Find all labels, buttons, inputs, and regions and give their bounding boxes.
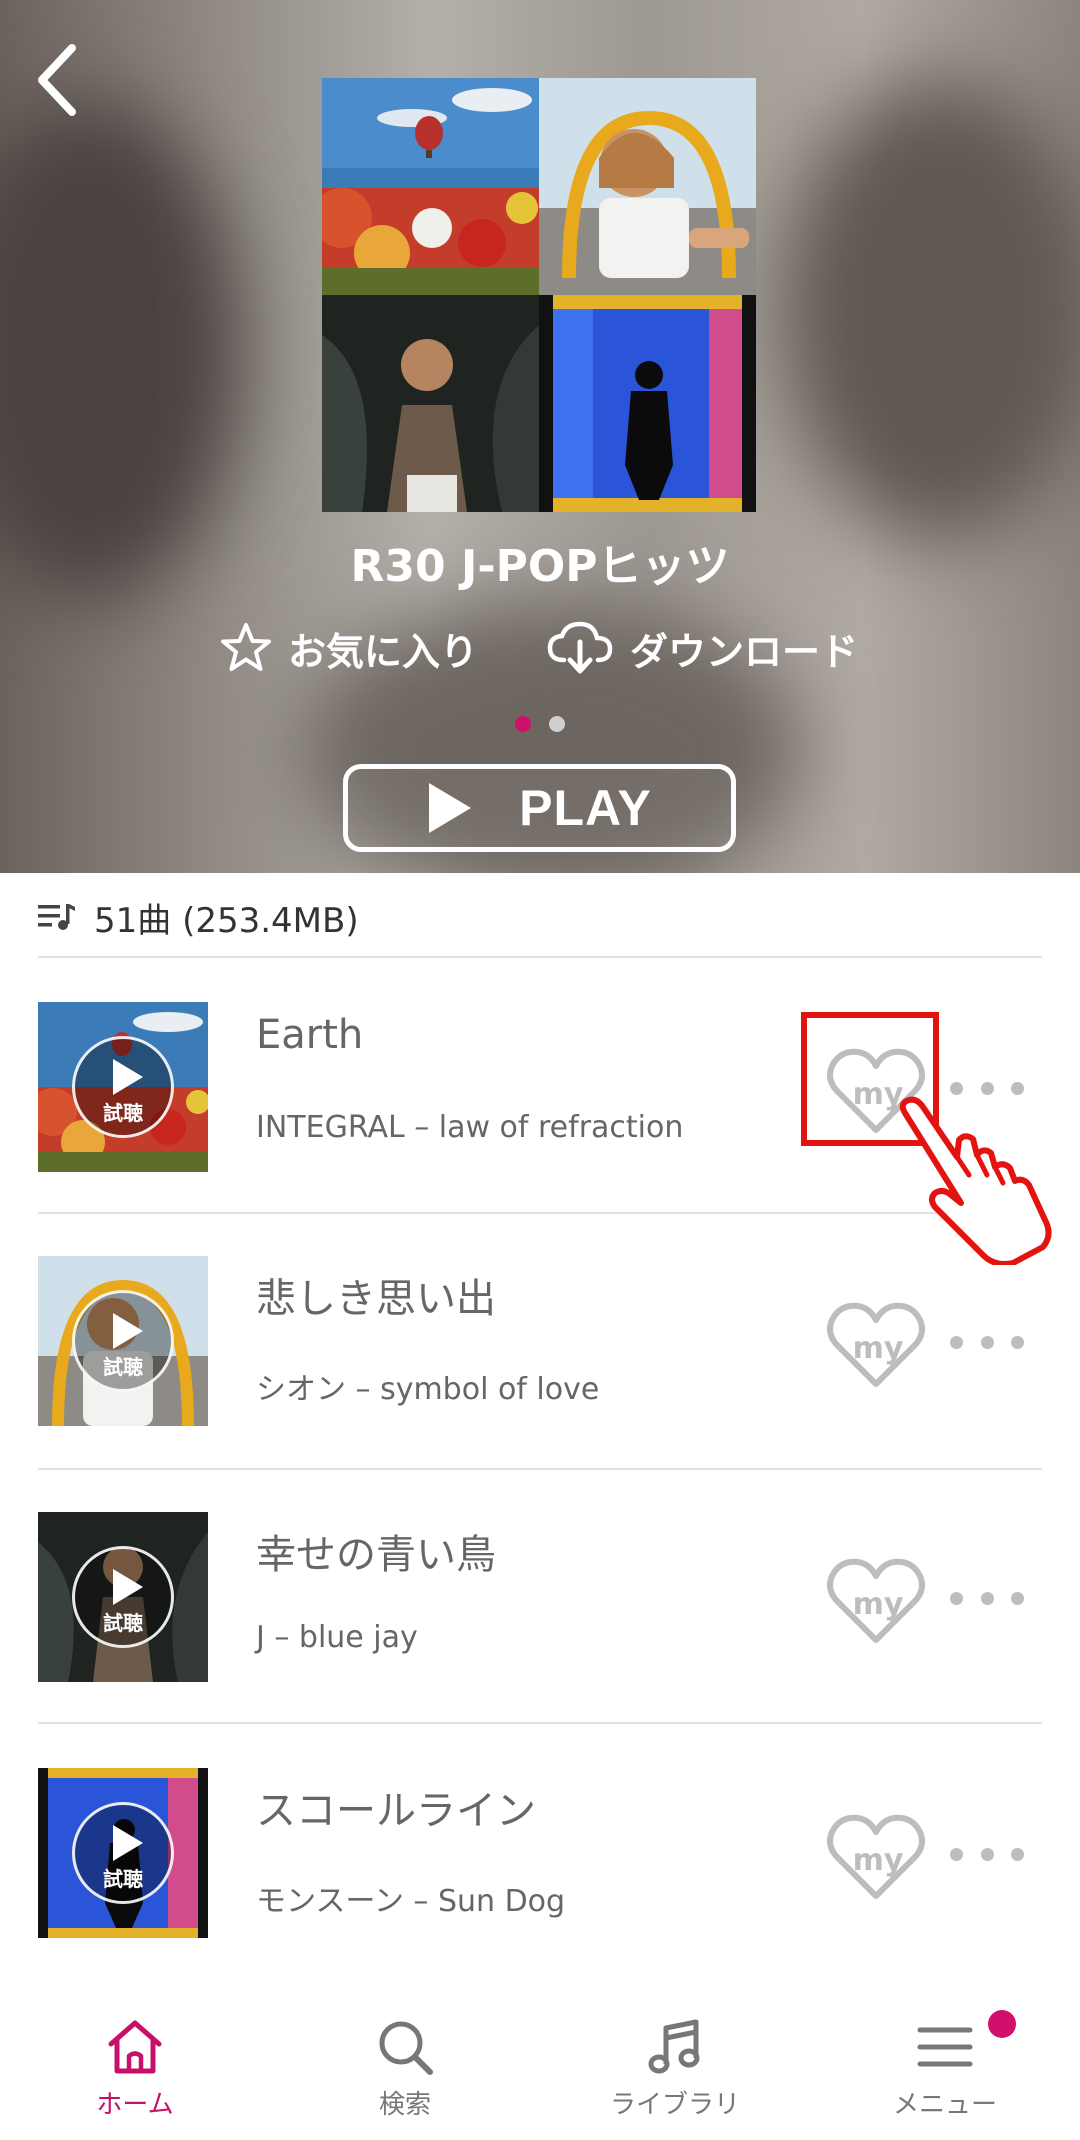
track-title: 悲しき思い出	[256, 1276, 496, 1322]
add-to-my-button[interactable]: my	[826, 1300, 926, 1390]
more-icon-dot	[950, 1335, 963, 1349]
nav-search-label: 検索	[378, 2090, 431, 2120]
carousel-dot[interactable]	[515, 716, 531, 732]
my-label: my	[853, 1587, 904, 1622]
nav-library-label: ライブラリ	[609, 2090, 740, 2120]
nav-library[interactable]: ライブラリ	[540, 1980, 810, 2140]
artwork-woman-yellow	[539, 78, 756, 295]
divider	[38, 956, 1042, 958]
track-artist-album: J – blue jay	[256, 1620, 418, 1655]
more-icon-dot	[980, 1335, 994, 1349]
my-label: my	[853, 1843, 904, 1878]
heart-my-icon: my	[827, 1814, 925, 1899]
more-icon-dot	[950, 1847, 963, 1861]
nav-search[interactable]: 検索	[270, 1980, 540, 2140]
play-icon	[113, 1569, 143, 1605]
track-row[interactable]: 試聴 幸せの青い鳥 J – blue jay my	[0, 1470, 1080, 1724]
more-icon-dot	[1011, 1591, 1024, 1605]
more-icon-dot	[980, 1081, 994, 1095]
pointing-hand-icon	[899, 1096, 1052, 1265]
back-button[interactable]	[30, 40, 90, 120]
nav-home[interactable]: ホーム	[0, 1980, 270, 2140]
playlist-title: R30 J-POPヒッツ	[350, 541, 730, 592]
more-icon-dot	[950, 1081, 963, 1095]
preview-label: 試聴	[103, 1101, 143, 1125]
more-options-button[interactable]	[950, 1324, 1024, 1360]
bg-blur	[780, 80, 1080, 540]
back-arrow-icon	[38, 44, 76, 116]
track-title: 幸せの青い鳥	[256, 1532, 496, 1578]
bg-blur	[0, 100, 240, 600]
track-count: 51曲 (253.4MB)	[94, 900, 359, 941]
track-count-row: 51曲 (253.4MB)	[38, 892, 359, 942]
my-label: my	[853, 1331, 904, 1366]
track-thumbnail[interactable]: 試聴	[38, 1768, 208, 1938]
play-button[interactable]: PLAY	[343, 764, 736, 852]
add-to-my-button[interactable]: my	[826, 1556, 926, 1646]
preview-label: 試聴	[103, 1355, 143, 1379]
play-label: PLAY	[519, 780, 652, 836]
search-icon	[379, 2021, 433, 2075]
download-label: ダウンロード	[630, 629, 859, 674]
playlist-actions: お気に入り ダウンロード	[0, 618, 1080, 678]
heart-my-icon: my	[827, 1302, 925, 1387]
download-button[interactable]: ダウンロード	[546, 618, 858, 678]
more-options-button[interactable]	[950, 1836, 1024, 1872]
play-icon	[113, 1825, 143, 1861]
notification-badge	[988, 2010, 1016, 2038]
preview-label: 試聴	[103, 1611, 143, 1635]
star-icon	[221, 623, 271, 671]
playlist-header: R30 J-POPヒッツ お気に入り ダウンロード PLAY	[0, 0, 1080, 873]
menu-icon	[917, 2027, 973, 2067]
preview-button[interactable]: 試聴	[72, 1036, 174, 1138]
playlist-icon	[38, 904, 75, 930]
preview-button[interactable]: 試聴	[72, 1802, 174, 1904]
more-icon-dot	[980, 1847, 994, 1861]
cloud-download-icon	[547, 621, 613, 674]
favorite-button[interactable]: お気に入り	[220, 618, 478, 678]
track-thumbnail[interactable]: 試聴	[38, 1002, 208, 1172]
preview-button[interactable]: 試聴	[72, 1546, 174, 1648]
more-icon-dot	[1011, 1081, 1024, 1095]
nav-menu[interactable]: メニュー	[810, 1980, 1080, 2140]
play-icon	[113, 1313, 143, 1349]
track-title: Earth	[256, 1012, 364, 1058]
preview-label: 試聴	[103, 1867, 143, 1891]
track-artist-album: シオン – symbol of love	[256, 1372, 600, 1407]
track-title: スコールライン	[256, 1788, 536, 1834]
artwork-tulips	[322, 78, 539, 295]
add-to-my-button[interactable]: my	[826, 1812, 926, 1902]
artwork-blue-room	[539, 295, 756, 512]
track-artist-album: INTEGRAL – law of refraction	[256, 1110, 684, 1145]
nav-menu-label: メニュー	[892, 2090, 997, 2120]
more-icon-dot	[1011, 1335, 1024, 1349]
play-icon	[113, 1059, 143, 1095]
carousel-dot[interactable]	[549, 716, 565, 732]
heart-my-icon: my	[827, 1558, 925, 1643]
more-icon-dot	[950, 1591, 963, 1605]
artwork-man-leaves	[322, 295, 539, 512]
more-icon-dot	[980, 1591, 994, 1605]
carousel-indicator	[0, 716, 1080, 732]
track-thumbnail[interactable]: 試聴	[38, 1512, 208, 1682]
playlist-artwork	[322, 78, 756, 512]
favorite-label: お気に入り	[288, 629, 479, 674]
track-row[interactable]: 試聴 スコールライン モンスーン – Sun Dog my	[0, 1726, 1080, 1980]
home-icon	[108, 2020, 162, 2074]
nav-home-label: ホーム	[96, 2090, 174, 2120]
divider	[38, 1722, 1042, 1724]
track-thumbnail[interactable]: 試聴	[38, 1256, 208, 1426]
track-artist-album: モンスーン – Sun Dog	[256, 1884, 566, 1919]
more-options-button[interactable]	[950, 1580, 1024, 1616]
play-icon	[429, 783, 472, 833]
more-icon-dot	[1011, 1847, 1024, 1861]
preview-button[interactable]: 試聴	[72, 1290, 174, 1392]
bottom-navigation: ホーム 検索 ライブラリ メニュー	[0, 1980, 1080, 2140]
music-note-icon	[648, 2019, 700, 2074]
